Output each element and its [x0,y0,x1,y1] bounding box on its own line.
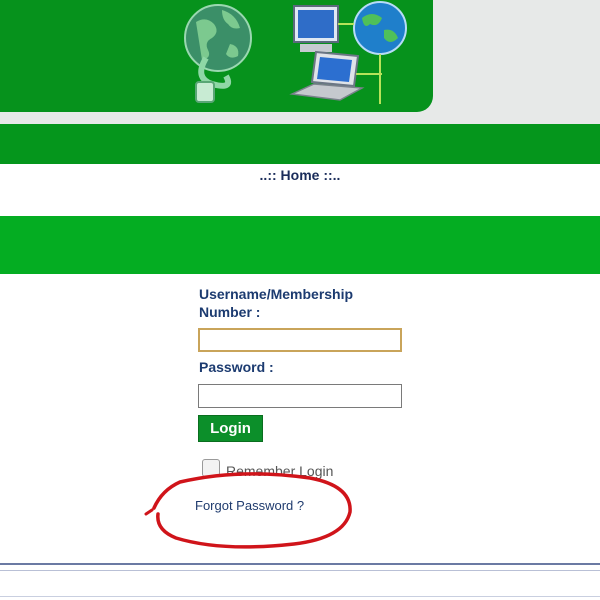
password-label: Password : [199,359,274,375]
desktop-computer-icon [293,5,339,52]
laptop-icon [289,50,365,101]
footer-divider [0,563,600,565]
section-green-bar [0,216,600,274]
username-label: Username/Membership Number : [199,286,354,320]
nav-bar: ..:: Home ::.. [0,164,600,216]
remember-login-label: Remember Login [226,463,334,479]
forgot-password-link[interactable]: Forgot Password ? [195,498,304,513]
footer-divider-thin [0,570,600,571]
top-green-bar [0,124,600,164]
nav-home-link[interactable]: ..:: Home ::.. [0,167,600,183]
globe-icon [184,4,252,72]
footer-divider-bottom [0,596,600,597]
header-banner [0,0,433,112]
username-input[interactable] [198,328,402,352]
login-button[interactable]: Login [198,415,263,442]
password-input[interactable] [198,384,402,408]
remember-login-checkbox[interactable] [202,459,220,477]
globe-icon [353,1,407,55]
